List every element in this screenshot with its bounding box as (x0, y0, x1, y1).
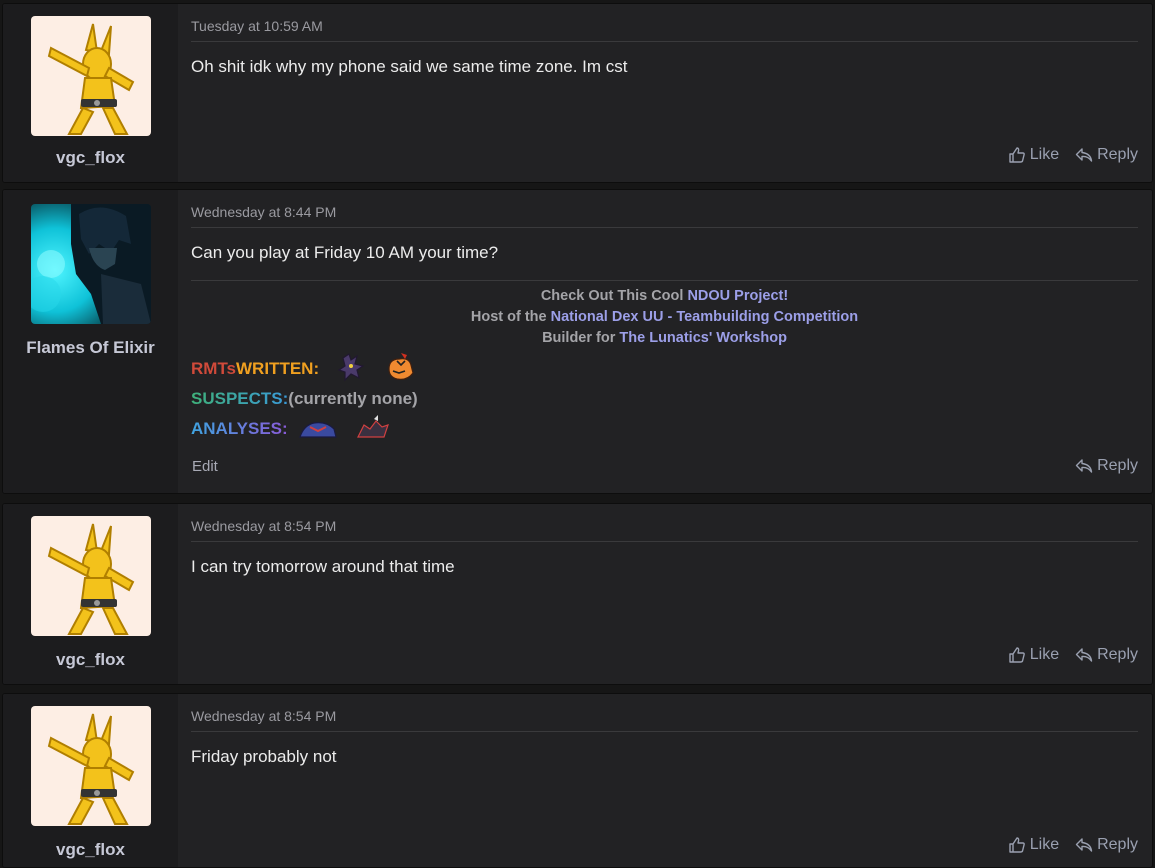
signature-line: Host of the National Dex UU - Teambuildi… (191, 307, 1138, 328)
reply-label: Reply (1097, 457, 1138, 474)
post-user-panel: vgc_flox (3, 4, 178, 182)
post-arrow (169, 526, 178, 544)
post-date[interactable]: Wednesday at 8:54 PM (191, 708, 1138, 732)
signature-text: Host of the (470, 309, 551, 325)
analyses-line: ANALYSES: (191, 414, 1138, 444)
reply-icon (1075, 836, 1093, 854)
post-user-panel: Flames Of Elixir (3, 190, 178, 493)
post-date[interactable]: Tuesday at 10:59 AM (191, 18, 1138, 42)
post-date[interactable]: Wednesday at 8:54 PM (191, 518, 1138, 542)
lunatics-workshop-link[interactable]: The Lunatics' Workshop (619, 330, 787, 346)
post: vgc_flox Tuesday at 10:59 AM Oh shit idk… (2, 3, 1153, 183)
signature-text: Check Out This Cool (540, 288, 688, 304)
pokemon-sprite-icon[interactable] (383, 351, 417, 388)
reply-icon (1075, 146, 1093, 164)
avatar[interactable] (31, 516, 151, 636)
suspects-line: SUSPECTS: (currently none) (191, 384, 1138, 414)
like-button[interactable]: Like (1008, 646, 1059, 664)
username[interactable]: vgc_flox (3, 148, 178, 168)
reply-button[interactable]: Reply (1075, 146, 1138, 164)
post: vgc_flox Wednesday at 8:54 PM Friday pro… (2, 693, 1153, 868)
reply-label: Reply (1097, 646, 1138, 663)
signature-links: Check Out This Cool NDOU Project! Host o… (191, 286, 1138, 349)
thumbs-up-icon (1008, 146, 1026, 164)
suspects-label: SUSPECTS: (191, 389, 289, 408)
post: vgc_flox Wednesday at 8:54 PM I can try … (2, 503, 1153, 685)
post-arrow (169, 212, 178, 230)
like-label: Like (1029, 836, 1060, 853)
signature-text: Builder for (542, 330, 620, 346)
signature-line: Builder for The Lunatics' Workshop (191, 328, 1138, 349)
reply-button[interactable]: Reply (1075, 457, 1138, 475)
post-arrow (169, 716, 178, 734)
avatar[interactable] (31, 16, 151, 136)
post-body: I can try tomorrow around that time (191, 557, 455, 576)
reply-icon (1075, 457, 1093, 475)
username[interactable]: Flames Of Elixir (3, 338, 178, 358)
analyses-label: ANALYSES: (191, 419, 288, 438)
like-button[interactable]: Like (1008, 146, 1059, 164)
post-body: Can you play at Friday 10 AM your time? (191, 243, 499, 262)
post-main: Wednesday at 8:54 PM Friday probably not… (191, 694, 1138, 867)
rmts-label-a: RMTs (191, 359, 237, 378)
pokemon-sprite-icon[interactable] (354, 414, 390, 444)
post: Flames Of Elixir Wednesday at 8:44 PM Ca… (2, 189, 1153, 494)
post-actions: Like Reply (1008, 646, 1138, 664)
like-label: Like (1029, 646, 1060, 663)
post-actions: Like Reply (1008, 836, 1138, 854)
post-body: Friday probably not (191, 747, 337, 766)
pokemon-sprite-icon[interactable] (335, 352, 369, 387)
post-user-panel: vgc_flox (3, 694, 178, 867)
suspects-value: (currently none) (288, 389, 418, 408)
signature: Check Out This Cool NDOU Project! Host o… (191, 280, 1138, 444)
post-actions: Reply (1075, 457, 1138, 475)
post-user-panel: vgc_flox (3, 504, 178, 684)
edit-button[interactable]: Edit (192, 458, 218, 475)
like-label: Like (1029, 146, 1060, 163)
rmts-label-b: WRITTEN: (236, 359, 320, 378)
pokemon-sprite-icon[interactable] (298, 415, 338, 444)
reply-label: Reply (1097, 836, 1138, 853)
ndou-project-link[interactable]: NDOU Project! (687, 288, 788, 304)
username[interactable]: vgc_flox (3, 650, 178, 670)
thumbs-up-icon (1008, 646, 1026, 664)
avatar[interactable] (31, 706, 151, 826)
post-main: Wednesday at 8:44 PM Can you play at Fri… (191, 190, 1138, 493)
username[interactable]: vgc_flox (3, 840, 178, 860)
like-button[interactable]: Like (1008, 836, 1059, 854)
post-main: Tuesday at 10:59 AM Oh shit idk why my p… (191, 4, 1138, 182)
reply-button[interactable]: Reply (1075, 836, 1138, 854)
reply-button[interactable]: Reply (1075, 646, 1138, 664)
post-arrow (169, 26, 178, 44)
avatar[interactable] (31, 204, 151, 324)
teambuilding-competition-link[interactable]: National Dex UU - Teambuilding Competiti… (551, 309, 858, 325)
thumbs-up-icon (1008, 836, 1026, 854)
reply-label: Reply (1097, 146, 1138, 163)
post-actions: Like Reply (1008, 146, 1138, 164)
post-main: Wednesday at 8:54 PM I can try tomorrow … (191, 504, 1138, 684)
reply-icon (1075, 646, 1093, 664)
rmts-line: RMTs WRITTEN: (191, 352, 1138, 387)
post-date[interactable]: Wednesday at 8:44 PM (191, 204, 1138, 228)
signature-line: Check Out This Cool NDOU Project! (191, 286, 1138, 307)
post-body: Oh shit idk why my phone said we same ti… (191, 57, 628, 76)
